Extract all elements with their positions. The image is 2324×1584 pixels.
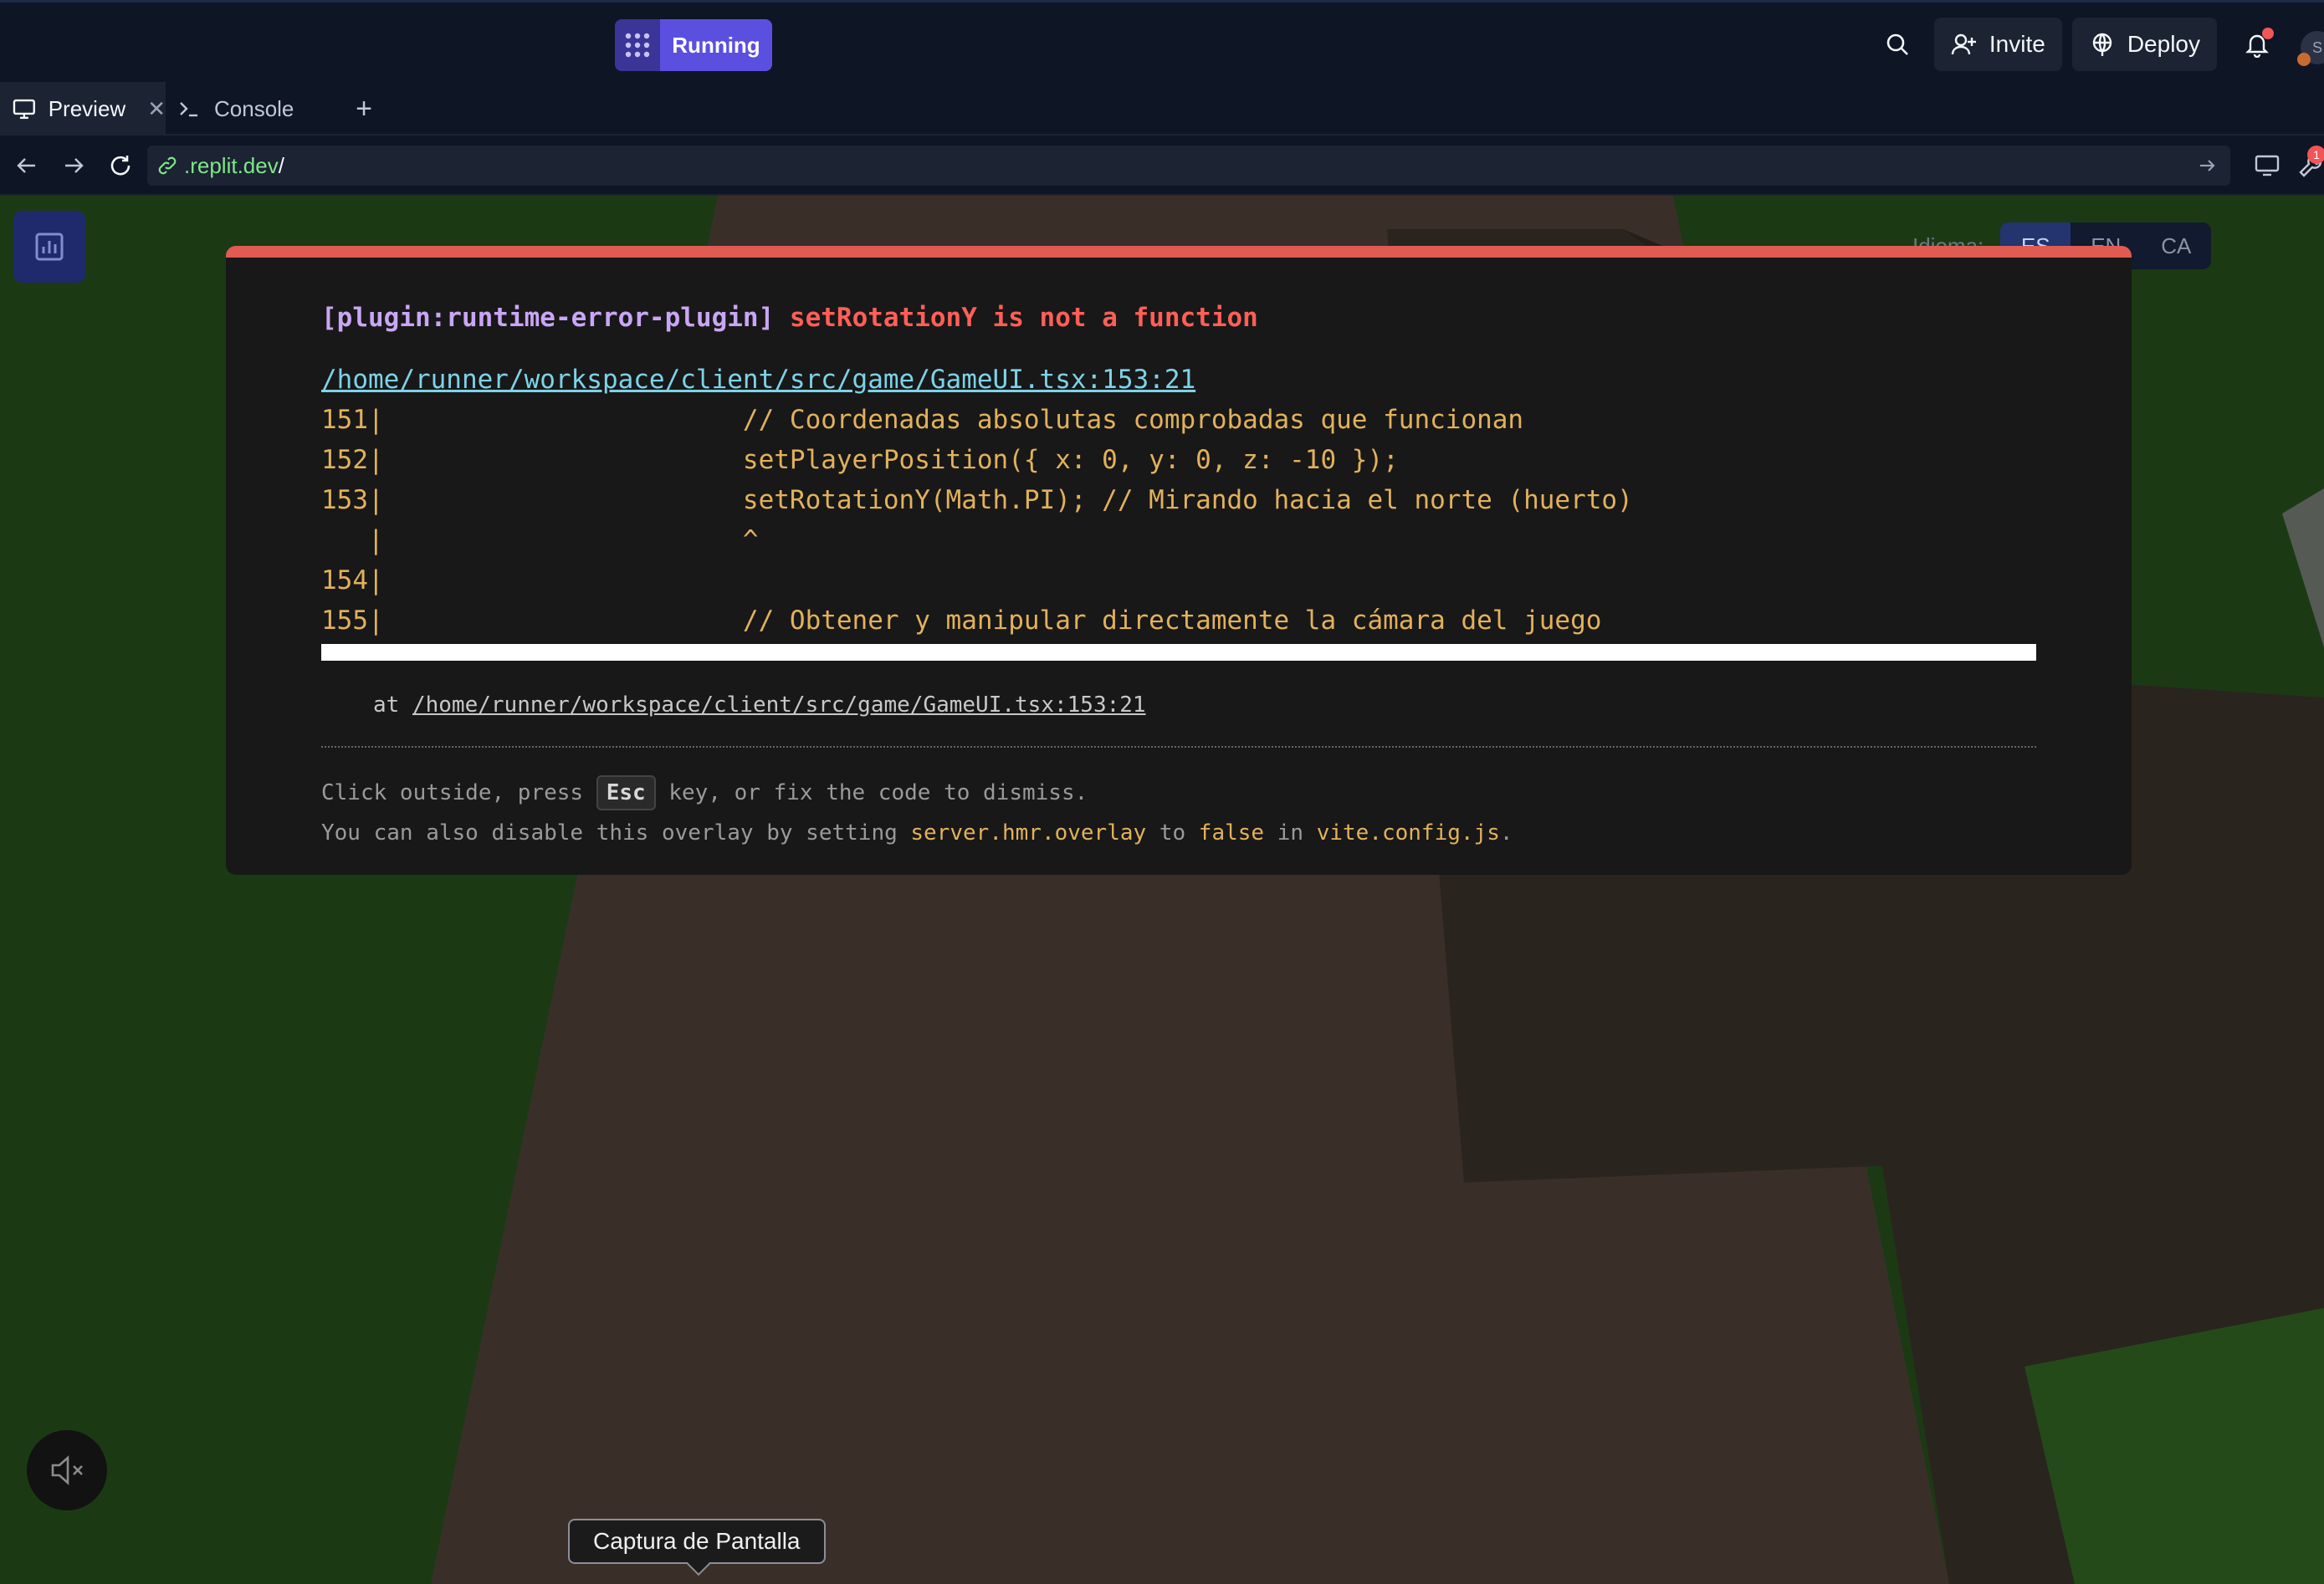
overlay-config-tip: You can also disable this overlay by set… bbox=[321, 813, 2036, 853]
code-frame-scrollbar[interactable] bbox=[321, 644, 2036, 661]
preview-address-bar: .replit.dev/ 1 bbox=[0, 135, 2324, 196]
devtools-badge: 1 bbox=[2307, 146, 2324, 164]
vite-error-overlay[interactable]: [plugin:runtime-error-plugin] setRotatio… bbox=[226, 246, 2132, 875]
code-line: 151| // Coordenadas absolutas comprobada… bbox=[321, 405, 1524, 435]
url-path: / bbox=[278, 152, 284, 178]
avatar[interactable]: S bbox=[2296, 18, 2324, 71]
bar-chart-icon bbox=[35, 232, 64, 261]
tab-console-label: Console bbox=[214, 95, 294, 121]
terminal-icon bbox=[180, 102, 197, 117]
tip-text: Click outside, press bbox=[321, 780, 596, 805]
add-tab-button[interactable]: + bbox=[347, 82, 381, 135]
forward-arrow-icon[interactable] bbox=[57, 149, 90, 182]
run-button-label: Running bbox=[660, 19, 772, 71]
code-line: 152| setPlayerPosition({ x: 0, y: 0, z: … bbox=[321, 445, 1399, 475]
deploy-label: Deploy bbox=[2127, 31, 2200, 57]
volume-muted-icon bbox=[51, 1455, 83, 1485]
code-line: | ^ bbox=[321, 525, 759, 555]
run-icon bbox=[615, 19, 660, 71]
run-button[interactable]: Running bbox=[615, 19, 772, 71]
code-frame: 151| // Coordenadas absolutas comprobada… bbox=[321, 400, 2036, 641]
game-viewport[interactable]: Idioma: ES EN CA Captura de Pantalla [pl… bbox=[0, 196, 2324, 1584]
add-user-icon bbox=[1951, 33, 1976, 55]
deploy-button[interactable]: Deploy bbox=[2071, 18, 2217, 71]
monitor-icon bbox=[13, 99, 35, 120]
mute-button[interactable] bbox=[27, 1430, 107, 1510]
url-host: .replit.dev bbox=[184, 152, 279, 178]
notification-dot bbox=[2262, 28, 2274, 39]
dismiss-tip: Click outside, press Esc key, or fix the… bbox=[321, 773, 2036, 813]
tab-console[interactable]: Console bbox=[177, 82, 328, 135]
error-heading: [plugin:runtime-error-plugin] setRotatio… bbox=[321, 303, 2036, 333]
link-icon bbox=[158, 156, 177, 175]
search-icon[interactable] bbox=[1871, 18, 1924, 71]
tab-preview[interactable]: Preview ✕ bbox=[0, 82, 166, 135]
avatar-status-dot bbox=[2297, 53, 2311, 66]
stack-trace: at /home/runner/workspace/client/src/gam… bbox=[321, 692, 2036, 718]
divider bbox=[321, 746, 2036, 748]
invite-label: Invite bbox=[1989, 31, 2045, 57]
tip-text: in bbox=[1264, 820, 1317, 846]
tab-preview-label: Preview bbox=[48, 95, 126, 121]
tip-text: key, or fix the code to dismiss. bbox=[655, 780, 1088, 805]
invite-button[interactable]: Invite bbox=[1933, 18, 2062, 71]
tip-text: . bbox=[1499, 820, 1513, 846]
esc-key: Esc bbox=[596, 775, 656, 810]
open-new-tab-icon[interactable] bbox=[2195, 152, 2219, 185]
screenshot-tooltip: Captura de Pantalla bbox=[568, 1519, 826, 1564]
reload-icon[interactable] bbox=[104, 149, 137, 182]
config-file: vite.config.js bbox=[1316, 820, 1500, 846]
config-key: server.hmr.overlay bbox=[910, 820, 1147, 846]
config-value: false bbox=[1198, 820, 1265, 846]
stats-button[interactable] bbox=[13, 211, 85, 283]
error-plugin: [plugin:runtime-error-plugin] bbox=[321, 303, 775, 333]
close-icon[interactable]: ✕ bbox=[147, 96, 166, 122]
language-option-ca[interactable]: CA bbox=[2141, 222, 2211, 269]
url-input[interactable]: .replit.dev/ bbox=[147, 146, 2230, 186]
code-line: 153| setRotationY(Math.PI); // Mirando h… bbox=[321, 485, 1633, 515]
tip-text: You can also disable this overlay by set… bbox=[321, 820, 911, 846]
code-line: 155| // Obtener y manipular directamente… bbox=[321, 605, 1602, 636]
deploy-icon bbox=[2092, 33, 2112, 56]
workspace-header: Running Invite Deploy S bbox=[0, 0, 2324, 82]
back-arrow-icon[interactable] bbox=[10, 149, 44, 182]
stack-trace-prefix: at bbox=[373, 692, 412, 718]
stack-trace-link[interactable]: /home/runner/workspace/client/src/game/G… bbox=[412, 692, 1146, 718]
device-preview-icon[interactable] bbox=[2250, 149, 2284, 182]
error-file-link[interactable]: /home/runner/workspace/client/src/game/G… bbox=[321, 365, 1195, 395]
notifications-button[interactable] bbox=[2230, 18, 2284, 71]
tip-text: to bbox=[1146, 820, 1199, 846]
error-message: setRotationY is not a function bbox=[789, 303, 1258, 333]
pane-tabs: Preview ✕ Console + bbox=[0, 82, 2324, 135]
header-actions: Invite Deploy S bbox=[1871, 18, 2324, 71]
code-line: 154| bbox=[321, 565, 384, 595]
